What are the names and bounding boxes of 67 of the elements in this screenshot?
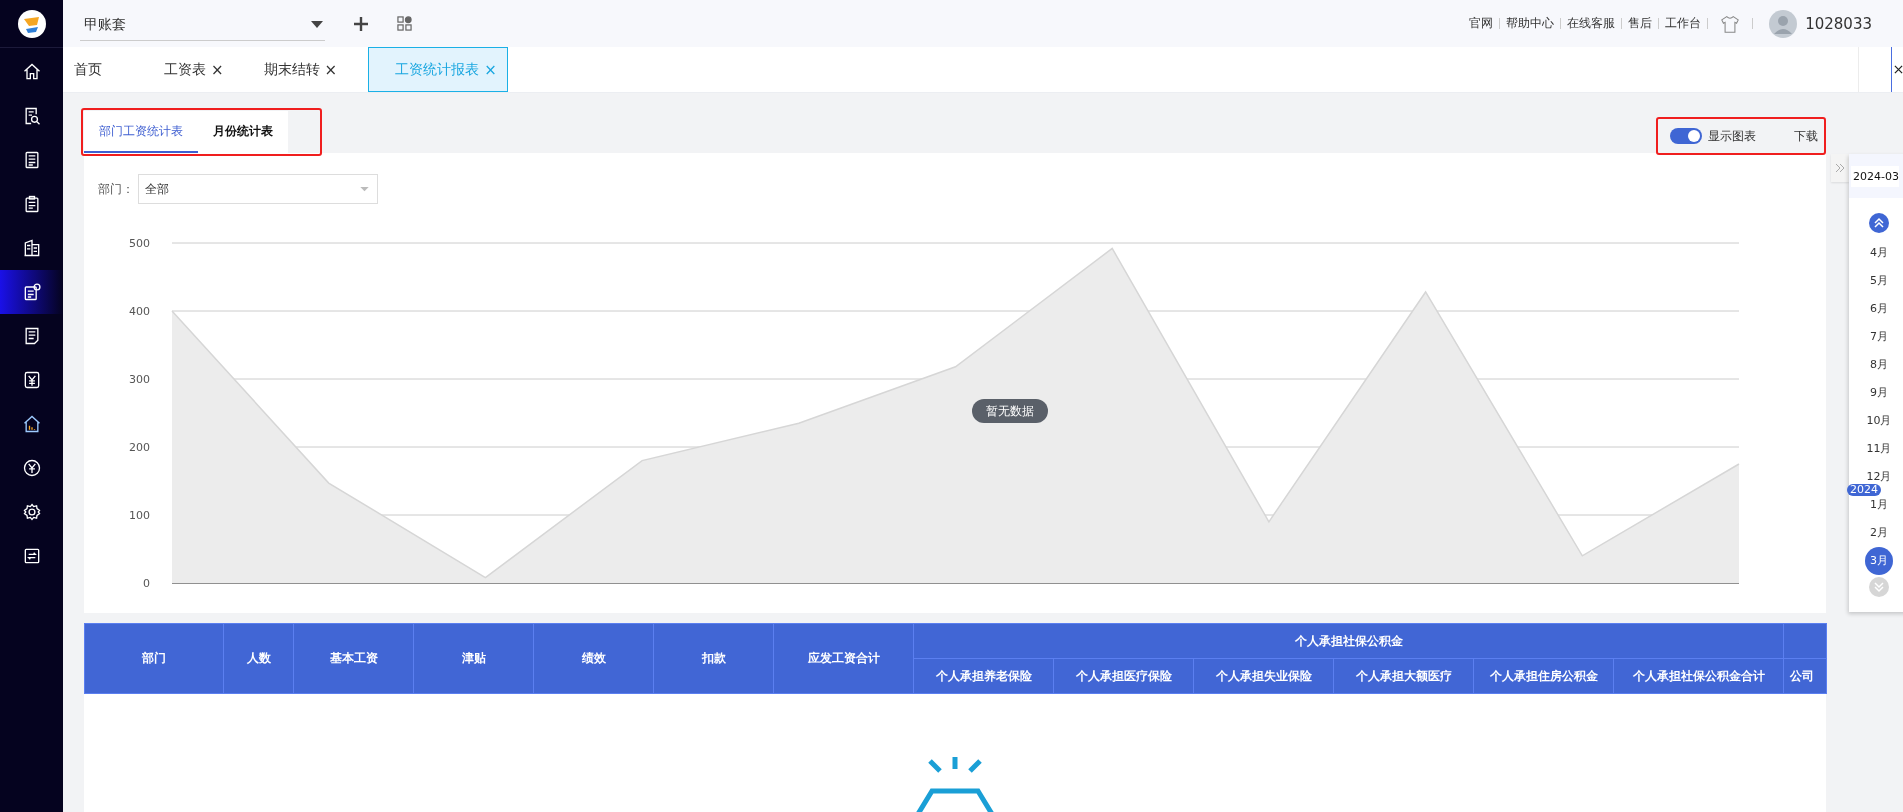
top-link[interactable]: 官网 [1469,15,1494,32]
month-item[interactable]: 4月 [1870,245,1888,261]
column-header: 绩效 [533,623,654,694]
column-header: 津贴 [413,623,534,694]
axis-label: 300 [129,373,150,386]
month-item[interactable]: 6月 [1870,301,1888,317]
refresh-button[interactable] [1858,47,1892,92]
column-header: 公司 [1783,658,1827,694]
column-header: 基本工资 [293,623,414,694]
download-link[interactable]: 下载 [1794,127,1818,145]
yen-circle-icon [21,458,42,478]
month-item[interactable]: 11月 [1866,441,1892,457]
close-icon[interactable] [1894,65,1903,74]
column-group-header: 个人承担社保公积金 [913,623,1784,659]
caret-icon [360,186,369,192]
column-header: 应发工资合计 [773,623,914,694]
account-select[interactable]: 甲账套 [80,10,325,41]
axis-label: 200 [129,441,150,454]
logo-icon [16,8,47,39]
user-id: 1028033 [1805,14,1872,33]
add-icon[interactable] [353,15,369,32]
month-item[interactable]: 2月 [1870,525,1888,541]
report-tab[interactable]: 月份统计表 [198,111,288,153]
axis-label: 400 [129,305,150,318]
department-select[interactable]: 全部 [138,174,378,204]
filter-label: 部门： [98,180,134,198]
top-link[interactable]: 售后 [1628,15,1653,32]
axis-label: 0 [143,577,150,590]
column-header: 个人承担住房公积金 [1473,658,1614,694]
chevrons-icon [1835,163,1845,173]
month-item[interactable]: 8月 [1870,357,1888,373]
column-header: 个人承担大额医疗 [1333,658,1474,694]
shirt-icon[interactable] [1720,14,1741,33]
toggle-label: 显示图表 [1708,127,1756,145]
month-item[interactable]: 1月 [1870,497,1888,513]
column-header: 个人承担社保公积金合计 [1613,658,1784,694]
sidebar-item[interactable] [0,270,63,314]
page-tab[interactable]: 期末结转 × [254,47,351,92]
caret-icon [311,21,323,29]
month-item[interactable]: 7月 [1870,329,1888,345]
month-item[interactable]: 10月 [1866,413,1892,429]
scroll-up-button[interactable] [1869,213,1889,233]
column-header: 人数 [223,623,294,694]
column-header: 个人承担养老保险 [913,658,1054,694]
column-header: 部门 [84,623,224,694]
home-icon [21,62,42,82]
house-icon [21,414,42,434]
page-tab[interactable]: 首页 [65,47,115,92]
no-data-badge: 暂无数据 [972,399,1048,423]
top-link[interactable]: 帮助中心 [1506,15,1555,32]
month-item[interactable]: 5月 [1870,273,1888,289]
apps-icon[interactable] [397,16,412,31]
top-link[interactable]: 工作台 [1665,15,1702,32]
axis-label: 500 [129,237,150,250]
page-tab[interactable]: 工资表 × [155,47,237,92]
month-item[interactable]: 12月 [1866,469,1892,485]
top-link[interactable]: 在线客服 [1567,15,1616,32]
settings-icon [21,502,42,522]
axis-label: 100 [129,509,150,522]
column-header: 个人承担失业保险 [1193,658,1334,694]
year-badge: 2024 [1847,484,1881,496]
column-header: 扣款 [653,623,774,694]
column-header: 个人承担医疗保险 [1053,658,1194,694]
month-item[interactable]: 9月 [1870,385,1888,401]
chart-toggle[interactable] [1670,128,1702,144]
date-field[interactable]: 2024-03 [1851,165,1899,187]
month-item[interactable]: 3月 [1865,547,1893,575]
